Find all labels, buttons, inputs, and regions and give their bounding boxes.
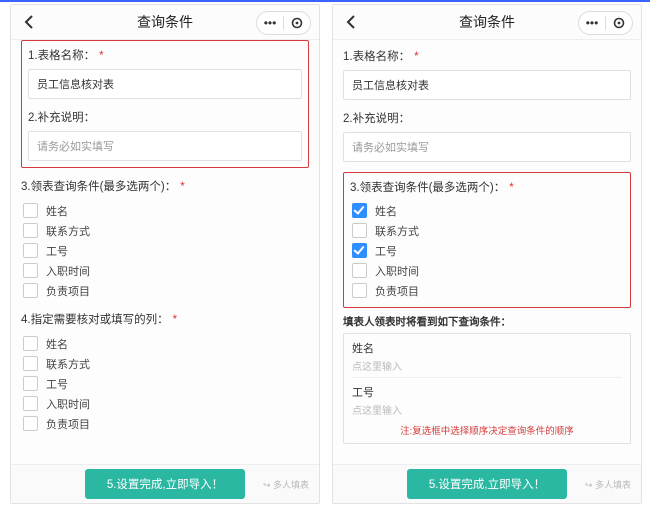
footer-note: ↪ 多人填表 xyxy=(263,478,309,491)
columns-list: 姓名 联系方式 工号 入职时间 负责项目 xyxy=(21,333,309,434)
label-desc: 2.补充说明： xyxy=(28,109,302,125)
checkbox-row[interactable]: 负责项目 xyxy=(350,281,624,300)
checkbox-icon xyxy=(23,263,38,278)
checkbox-icon xyxy=(352,223,367,238)
close-icon[interactable] xyxy=(606,17,632,29)
checkbox-row[interactable]: 联系方式 xyxy=(21,221,309,240)
label-table-name: 1.表格名称：* xyxy=(28,47,302,63)
checkbox-icon xyxy=(352,203,367,218)
footer: 5.设置完成,立即导入！ ↪ 多人填表 xyxy=(333,464,641,503)
input-desc[interactable]: 请务必如实填写 xyxy=(28,131,302,161)
page-title: 查询条件 xyxy=(137,12,193,32)
header: 查询条件 ••• xyxy=(333,5,641,40)
checkbox-row[interactable]: 联系方式 xyxy=(21,354,309,373)
checkbox-icon xyxy=(23,203,38,218)
checkbox-row[interactable]: 工号 xyxy=(350,241,624,260)
preview-field-label: 工号 xyxy=(352,384,622,400)
checkbox-icon xyxy=(23,283,38,298)
screen-right: 查询条件 ••• 1.表格名称：* 员工信息核对表 2.补充说明： 请务必如实填… xyxy=(332,4,642,504)
checkbox-icon xyxy=(352,283,367,298)
input-desc[interactable]: 请务必如实填写 xyxy=(343,132,631,162)
highlight-box-top: 1.表格名称：* 员工信息核对表 2.补充说明： 请务必如实填写 xyxy=(21,40,309,168)
checkbox-row[interactable]: 姓名 xyxy=(21,334,309,353)
preview-title: 填表人领表时将看到如下查询条件： xyxy=(343,314,631,329)
checkbox-row[interactable]: 姓名 xyxy=(21,201,309,220)
input-table-name[interactable]: 员工信息核对表 xyxy=(343,70,631,100)
submit-button[interactable]: 5.设置完成,立即导入！ xyxy=(407,469,567,499)
miniapp-capsule[interactable]: ••• xyxy=(256,11,311,35)
checkbox-row[interactable]: 入职时间 xyxy=(21,394,309,413)
preview-box: 姓名 点这里输入 工号 点这里输入 注:复选框中选择顺序决定查询条件的顺序 xyxy=(343,333,631,444)
checkbox-row[interactable]: 工号 xyxy=(21,374,309,393)
checkbox-icon xyxy=(23,356,38,371)
checkbox-icon xyxy=(23,416,38,431)
label-query-cond: 3.领表查询条件(最多选两个)：* xyxy=(21,178,309,194)
preview-field-input[interactable]: 点这里输入 xyxy=(352,358,622,378)
checkbox-row[interactable]: 负责项目 xyxy=(21,414,309,433)
checkbox-row[interactable]: 姓名 xyxy=(350,201,624,220)
checkbox-row[interactable]: 工号 xyxy=(21,241,309,260)
checkbox-icon xyxy=(23,396,38,411)
checkbox-icon xyxy=(352,243,367,258)
checkbox-row[interactable]: 负责项目 xyxy=(21,281,309,300)
checkbox-row[interactable]: 入职时间 xyxy=(350,261,624,280)
label-desc: 2.补充说明： xyxy=(343,110,631,126)
preview-note: 注:复选框中选择顺序决定查询条件的顺序 xyxy=(352,423,622,437)
header: 查询条件 ••• xyxy=(11,5,319,40)
back-icon[interactable] xyxy=(21,13,39,31)
menu-icon[interactable]: ••• xyxy=(579,17,605,29)
checkbox-icon xyxy=(23,336,38,351)
highlight-box-query: 3.领表查询条件(最多选两个)：* 姓名 联系方式 工号 入职时间 负责项目 xyxy=(343,172,631,308)
query-cond-list: 姓名 联系方式 工号 入职时间 负责项目 xyxy=(21,200,309,301)
footer: 5.设置完成,立即导入！ ↪ 多人填表 xyxy=(11,464,319,503)
label-columns: 4.指定需要核对或填写的列：* xyxy=(21,311,309,327)
submit-button[interactable]: 5.设置完成,立即导入！ xyxy=(85,469,245,499)
input-table-name[interactable]: 员工信息核对表 xyxy=(28,69,302,99)
screen-left: 查询条件 ••• 1.表格名称：* 员工信息核对表 2.补充说明： 请务必如实填… xyxy=(10,4,320,504)
menu-icon[interactable]: ••• xyxy=(257,17,283,29)
checkbox-icon xyxy=(352,263,367,278)
form-body: 1.表格名称：* 员工信息核对表 2.补充说明： 请务必如实填写 3.领表查询条… xyxy=(11,40,319,464)
checkbox-icon xyxy=(23,243,38,258)
checkbox-row[interactable]: 联系方式 xyxy=(350,221,624,240)
checkbox-icon xyxy=(23,376,38,391)
checkbox-row[interactable]: 入职时间 xyxy=(21,261,309,280)
preview-field-label: 姓名 xyxy=(352,340,622,356)
page-title: 查询条件 xyxy=(459,12,515,32)
miniapp-capsule[interactable]: ••• xyxy=(578,11,633,35)
label-table-name: 1.表格名称：* xyxy=(343,48,631,64)
checkbox-icon xyxy=(23,223,38,238)
back-icon[interactable] xyxy=(343,13,361,31)
preview-field-input[interactable]: 点这里输入 xyxy=(352,402,622,421)
form-body: 1.表格名称：* 员工信息核对表 2.补充说明： 请务必如实填写 3.领表查询条… xyxy=(333,40,641,464)
query-cond-list: 姓名 联系方式 工号 入职时间 负责项目 xyxy=(350,201,624,300)
close-icon[interactable] xyxy=(284,17,310,29)
footer-note: ↪ 多人填表 xyxy=(585,478,631,491)
label-query-cond: 3.领表查询条件(最多选两个)：* xyxy=(350,179,624,195)
